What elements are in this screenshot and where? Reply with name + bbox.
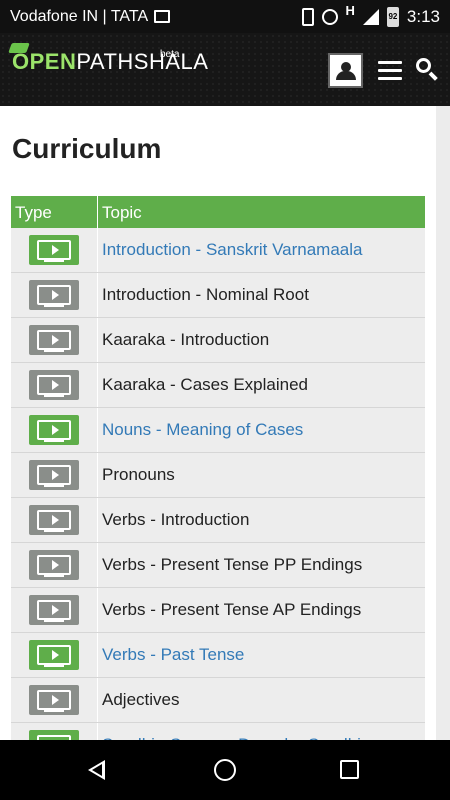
video-play-icon [29, 460, 79, 490]
topic-label: Verbs - Present Tense AP Endings [102, 600, 362, 619]
topic-link[interactable]: Sandhi - Savarna Deergha Sandhi [98, 723, 425, 740]
type-cell [11, 543, 98, 587]
topic-label: Kaaraka - Cases Explained [102, 375, 309, 394]
video-play-icon [29, 370, 79, 400]
network-type: H [345, 3, 355, 18]
topic-label: Pronouns [102, 465, 175, 484]
column-header-topic: Topic [102, 203, 142, 222]
curriculum-table: Type Topic Introduction - Sanskrit Varna… [11, 196, 425, 740]
search-icon[interactable] [416, 58, 440, 82]
type-cell [11, 318, 98, 362]
android-nav-bar [0, 740, 450, 800]
table-row: Kaaraka - Cases Explained [11, 363, 425, 408]
type-cell [11, 633, 98, 677]
table-row: Verbs - Introduction [11, 498, 425, 543]
logo-beta-label: beta [160, 49, 180, 60]
table-header: Type Topic [11, 196, 425, 228]
battery-icon: 92 [386, 6, 399, 27]
video-play-icon [29, 505, 79, 535]
video-play-icon[interactable] [29, 640, 79, 670]
carrier-label: Vodafone IN | TATA [10, 7, 149, 25]
table-row: Pronouns [11, 453, 425, 498]
video-play-icon[interactable] [29, 235, 79, 265]
type-cell [11, 678, 98, 722]
hamburger-menu-icon[interactable] [378, 61, 402, 81]
type-cell [11, 408, 98, 452]
video-play-icon [29, 325, 79, 355]
app-logo[interactable]: OPENPATHSHALA beta [8, 43, 209, 75]
table-row: Verbs - Present Tense AP Endings [11, 588, 425, 633]
scroll-area [436, 106, 450, 740]
main-content[interactable]: Curriculum Type Topic Introduction - San… [0, 106, 450, 740]
video-play-icon [29, 550, 79, 580]
graduation-cap-icon [8, 43, 30, 53]
type-cell [11, 453, 98, 497]
video-play-icon [29, 685, 79, 715]
type-cell [11, 498, 98, 542]
table-row: Verbs - Present Tense PP Endings [11, 543, 425, 588]
table-row: Kaaraka - Introduction [11, 318, 425, 363]
vibrate-icon [301, 7, 314, 26]
table-body: Introduction - Sanskrit Varnamaala Introd… [11, 228, 425, 740]
column-header-type: Type [11, 196, 98, 228]
table-row[interactable]: Sandhi - Savarna Deergha Sandhi [11, 723, 425, 740]
topic-link[interactable]: Nouns - Meaning of Cases [98, 408, 425, 452]
video-play-icon [29, 595, 79, 625]
table-row: Adjectives [11, 678, 425, 723]
table-row[interactable]: Introduction - Sanskrit Varnamaala [11, 228, 425, 273]
table-row[interactable]: Nouns - Meaning of Cases [11, 408, 425, 453]
signal-icon [362, 8, 379, 25]
video-play-icon[interactable] [29, 730, 79, 740]
logo-pathshala-text: PATHSHALA [76, 49, 209, 74]
home-icon[interactable] [214, 759, 236, 781]
app-header: OPENPATHSHALA beta [0, 33, 450, 106]
video-play-icon [29, 280, 79, 310]
topic-link[interactable]: Introduction - Sanskrit Varnamaala [98, 228, 425, 272]
clock: 3:13 [406, 6, 440, 26]
table-row[interactable]: Verbs - Past Tense [11, 633, 425, 678]
recent-apps-icon[interactable] [340, 760, 359, 779]
page-title: Curriculum [12, 133, 162, 164]
table-row: Introduction - Nominal Root [11, 273, 425, 318]
video-play-icon[interactable] [29, 415, 79, 445]
topic-link[interactable]: Verbs - Past Tense [98, 633, 425, 677]
topic-label: Introduction - Nominal Root [102, 285, 309, 304]
status-bar: Vodafone IN | TATA H 92 3:13 [0, 0, 450, 33]
profile-button[interactable] [328, 53, 363, 88]
type-cell [11, 723, 98, 740]
topic-label: Verbs - Introduction [102, 510, 250, 529]
topic-label: Kaaraka - Introduction [102, 330, 270, 349]
topic-label: Adjectives [102, 690, 180, 709]
image-notification-icon [154, 10, 171, 23]
type-cell [11, 228, 98, 272]
topic-label: Verbs - Present Tense PP Endings [102, 555, 363, 574]
type-cell [11, 363, 98, 407]
alarm-icon [321, 8, 338, 25]
type-cell [11, 588, 98, 632]
type-cell [11, 273, 98, 317]
